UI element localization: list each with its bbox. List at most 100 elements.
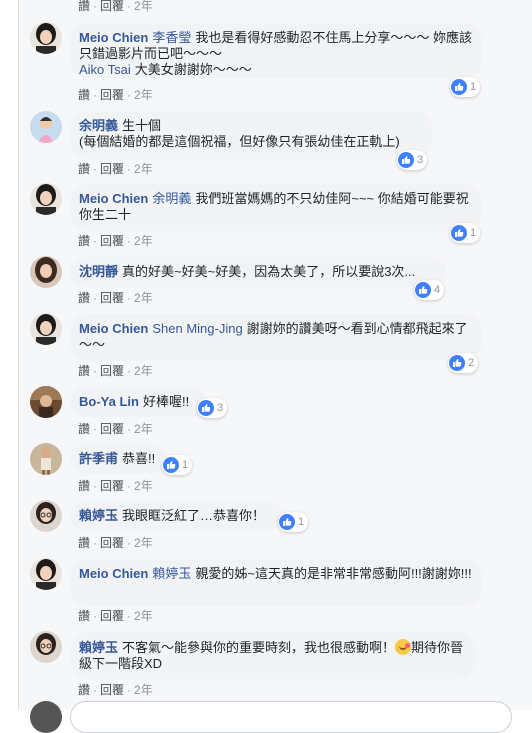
- comment-author[interactable]: 沈明靜: [79, 264, 118, 279]
- comment-bubble: 余明義 生十個 (每個結婚的都是這個祝福，但好像只有張幼佳在正軌上): [70, 111, 432, 159]
- avatar[interactable]: [30, 443, 62, 475]
- reaction-number: 1: [470, 81, 477, 93]
- reaction-count[interactable]: 1: [162, 455, 193, 475]
- comment-author[interactable]: Meio Chien: [79, 566, 148, 581]
- reply-link[interactable]: 回覆: [100, 88, 124, 102]
- comment-actions: 讚 · 回覆 · 2年: [78, 534, 153, 551]
- like-link[interactable]: 讚: [78, 0, 90, 13]
- reply-link[interactable]: 回覆: [100, 479, 124, 493]
- avatar[interactable]: [30, 256, 62, 288]
- thumbs-up-icon: [449, 355, 465, 371]
- thumbs-up-icon: [398, 152, 414, 168]
- tagged-user[interactable]: 余明義: [152, 191, 191, 206]
- timestamp[interactable]: 2年: [134, 291, 153, 305]
- comment-author[interactable]: 余明義: [79, 118, 118, 133]
- like-link[interactable]: 讚: [78, 683, 90, 697]
- avatar[interactable]: [30, 386, 62, 418]
- comment-actions: 讚 · 回覆 · 2年: [78, 362, 153, 379]
- reaction-number: 1: [298, 516, 305, 528]
- reaction-count[interactable]: 1: [278, 512, 309, 532]
- comment-actions: 讚 · 回覆 · 2年: [78, 0, 153, 14]
- avatar[interactable]: [30, 500, 62, 532]
- like-link[interactable]: 讚: [78, 291, 90, 305]
- avatar[interactable]: [30, 22, 62, 54]
- like-link[interactable]: 讚: [78, 88, 90, 102]
- separator: ·: [127, 422, 132, 436]
- reaction-count[interactable]: 3: [197, 398, 228, 418]
- separator: ·: [127, 234, 132, 248]
- comment-author[interactable]: 賴婷玉: [79, 508, 118, 523]
- timestamp[interactable]: 2年: [134, 162, 153, 176]
- reaction-count[interactable]: 2: [448, 353, 479, 373]
- separator: ·: [127, 683, 132, 697]
- reply-link[interactable]: 回覆: [100, 0, 124, 13]
- reaction-count[interactable]: 1: [450, 223, 481, 243]
- reaction-number: 3: [417, 154, 424, 166]
- thread-border: [18, 0, 19, 710]
- comment-author[interactable]: Meio Chien: [79, 30, 148, 45]
- comment-actions: 讚 · 回覆 · 2年: [78, 477, 153, 494]
- avatar[interactable]: [30, 631, 62, 663]
- comment-author[interactable]: Meio Chien: [79, 321, 148, 336]
- comment-bubble: 賴婷玉 不客氣～能參與你的重要時刻，我也很感動啊！ 期待你晉級下一階段XD: [70, 632, 476, 679]
- reply-link[interactable]: 回覆: [100, 683, 124, 697]
- comment-author[interactable]: 賴婷玉: [79, 640, 118, 655]
- thumbs-up-icon: [198, 400, 214, 416]
- comment-text: 恭喜!!: [122, 451, 156, 466]
- like-link[interactable]: 讚: [78, 422, 90, 436]
- comment-bubble: Meio Chien 余明義 我們班當媽媽的不只幼佳阿~~~ 你結婚可能要祝你生二十: [70, 184, 482, 231]
- like-link[interactable]: 讚: [78, 364, 90, 378]
- avatar[interactable]: [30, 558, 62, 590]
- reaction-count[interactable]: 3: [397, 150, 428, 170]
- avatar[interactable]: [30, 111, 62, 143]
- comment-actions: 讚 · 回覆 · 2年: [78, 86, 153, 103]
- avatar[interactable]: [30, 313, 62, 345]
- comment-author[interactable]: 許季甫: [79, 451, 118, 466]
- timestamp[interactable]: 2年: [134, 88, 153, 102]
- tagged-user[interactable]: Shen Ming-Jing: [152, 321, 242, 336]
- like-link[interactable]: 讚: [78, 234, 90, 248]
- timestamp[interactable]: 2年: [134, 479, 153, 493]
- timestamp[interactable]: 2年: [134, 683, 153, 697]
- comment-text: 好棒喔!!: [142, 394, 190, 409]
- thumbs-up-icon: [451, 225, 467, 241]
- reply-link[interactable]: 回覆: [100, 364, 124, 378]
- timestamp[interactable]: 2年: [134, 609, 153, 623]
- timestamp[interactable]: 2年: [134, 234, 153, 248]
- reply-link[interactable]: 回覆: [100, 422, 124, 436]
- current-user-avatar[interactable]: [30, 701, 62, 733]
- like-link[interactable]: 讚: [78, 162, 90, 176]
- reaction-count[interactable]: 4: [414, 280, 445, 300]
- reply-link[interactable]: 回覆: [100, 609, 124, 623]
- separator: ·: [127, 479, 132, 493]
- comment-author[interactable]: Bo-Ya Lin: [79, 394, 139, 409]
- reply-input[interactable]: [70, 701, 512, 733]
- separator: ·: [127, 609, 132, 623]
- comment-bubble: 許季甫 恭喜!!: [70, 444, 166, 474]
- separator: ·: [127, 162, 132, 176]
- tagged-user[interactable]: 李香瑩: [152, 30, 191, 45]
- tagged-user[interactable]: Aiko Tsai: [79, 62, 131, 77]
- comment-actions: 讚 · 回覆 · 2年: [78, 232, 153, 249]
- separator: ·: [93, 683, 98, 697]
- separator: ·: [93, 234, 98, 248]
- comment-author[interactable]: Meio Chien: [79, 191, 148, 206]
- timestamp[interactable]: 2年: [134, 536, 153, 550]
- reply-link[interactable]: 回覆: [100, 162, 124, 176]
- separator: ·: [93, 88, 98, 102]
- comment-bubble: Meio Chien Shen Ming-Jing 謝謝妳的讚美呀～看到心情都飛起來…: [70, 314, 482, 361]
- reply-link[interactable]: 回覆: [100, 536, 124, 550]
- reply-link[interactable]: 回覆: [100, 234, 124, 248]
- reply-link[interactable]: 回覆: [100, 291, 124, 305]
- like-link[interactable]: 讚: [78, 536, 90, 550]
- like-link[interactable]: 讚: [78, 609, 90, 623]
- timestamp[interactable]: 2年: [134, 422, 153, 436]
- like-link[interactable]: 讚: [78, 479, 90, 493]
- timestamp[interactable]: 2年: [134, 364, 153, 378]
- tagged-user[interactable]: 賴婷玉: [152, 566, 191, 581]
- comment-actions: 讚 · 回覆 · 2年: [78, 607, 153, 624]
- reaction-count[interactable]: 1: [450, 77, 481, 97]
- separator: ·: [93, 364, 98, 378]
- timestamp[interactable]: 2年: [134, 0, 153, 13]
- avatar[interactable]: [30, 183, 62, 215]
